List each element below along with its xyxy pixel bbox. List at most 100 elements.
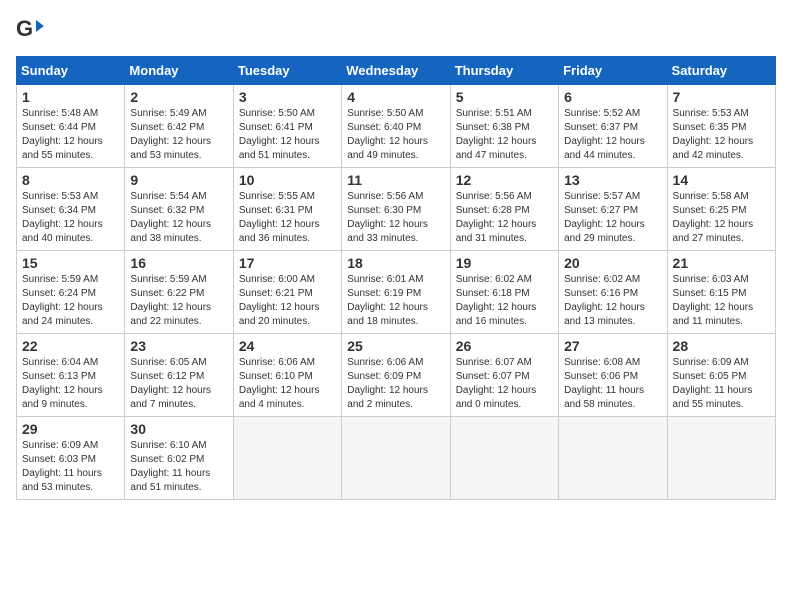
- day-number: 29: [22, 421, 119, 437]
- day-number: 14: [673, 172, 770, 188]
- cell-content: Sunrise: 6:02 AMSunset: 6:16 PMDaylight:…: [564, 274, 645, 327]
- day-number: 16: [130, 255, 227, 271]
- cell-content: Sunrise: 5:53 AMSunset: 6:34 PMDaylight:…: [22, 191, 103, 244]
- table-row: 8 Sunrise: 5:53 AMSunset: 6:34 PMDaylight…: [17, 168, 125, 251]
- table-row: 13Sunrise: 5:57 AMSunset: 6:27 PMDayligh…: [559, 168, 667, 251]
- table-row: 26 Sunrise: 6:07 AMSunset: 6:07 PMDayligh…: [450, 334, 558, 417]
- cell-content: Sunrise: 6:00 AMSunset: 6:21 PMDaylight:…: [239, 274, 320, 327]
- day-number: 27: [564, 338, 661, 354]
- table-row: 17 Sunrise: 6:00 AMSunset: 6:21 PMDayligh…: [233, 251, 341, 334]
- table-row: 4 Sunrise: 5:50 AMSunset: 6:40 PMDaylight…: [342, 85, 450, 168]
- table-row: 6 Sunrise: 5:52 AMSunset: 6:37 PMDaylight…: [559, 85, 667, 168]
- day-number: 26: [456, 338, 553, 354]
- page-header: G: [16, 16, 776, 44]
- cell-content: Sunrise: 6:07 AMSunset: 6:07 PMDaylight:…: [456, 357, 537, 410]
- header-row: Sunday Monday Tuesday Wednesday Thursday…: [17, 57, 776, 85]
- table-row: 29 Sunrise: 6:09 AMSunset: 6:03 PMDayligh…: [17, 417, 125, 500]
- table-row: 14 Sunrise: 5:58 AMSunset: 6:25 PMDayligh…: [667, 168, 775, 251]
- col-wednesday: Wednesday: [342, 57, 450, 85]
- cell-content: Sunrise: 6:09 AMSunset: 6:03 PMDaylight:…: [22, 440, 102, 493]
- cell-content: Sunrise: 5:58 AMSunset: 6:25 PMDaylight:…: [673, 191, 754, 244]
- table-row: 18 Sunrise: 6:01 AMSunset: 6:19 PMDayligh…: [342, 251, 450, 334]
- day-number: 10: [239, 172, 336, 188]
- cell-content: Sunrise: 5:48 AMSunset: 6:44 PMDaylight:…: [22, 108, 103, 161]
- table-row: 19 Sunrise: 6:02 AMSunset: 6:18 PMDayligh…: [450, 251, 558, 334]
- day-number: 11: [347, 172, 444, 188]
- table-row: 28 Sunrise: 6:09 AMSunset: 6:05 PMDayligh…: [667, 334, 775, 417]
- table-row: 9Sunrise: 5:54 AMSunset: 6:32 PMDaylight…: [125, 168, 233, 251]
- table-row: [342, 417, 450, 500]
- cell-content: Sunrise: 6:06 AMSunset: 6:10 PMDaylight:…: [239, 357, 320, 410]
- table-row: 21 Sunrise: 6:03 AMSunset: 6:15 PMDayligh…: [667, 251, 775, 334]
- cell-content: Sunrise: 5:53 AMSunset: 6:35 PMDaylight:…: [673, 108, 754, 161]
- cell-content: Sunrise: 6:02 AMSunset: 6:18 PMDaylight:…: [456, 274, 537, 327]
- calendar-row: 15 Sunrise: 5:59 AMSunset: 6:24 PMDayligh…: [17, 251, 776, 334]
- table-row: [450, 417, 558, 500]
- table-row: 1 Sunrise: 5:48 AMSunset: 6:44 PMDaylight…: [17, 85, 125, 168]
- calendar-row: 8 Sunrise: 5:53 AMSunset: 6:34 PMDaylight…: [17, 168, 776, 251]
- cell-content: Sunrise: 5:59 AMSunset: 6:24 PMDaylight:…: [22, 274, 103, 327]
- calendar-row: 29 Sunrise: 6:09 AMSunset: 6:03 PMDayligh…: [17, 417, 776, 500]
- day-number: 20: [564, 255, 661, 271]
- day-number: 28: [673, 338, 770, 354]
- calendar-row: 1 Sunrise: 5:48 AMSunset: 6:44 PMDaylight…: [17, 85, 776, 168]
- table-row: 23 Sunrise: 6:05 AMSunset: 6:12 PMDayligh…: [125, 334, 233, 417]
- day-number: 6: [564, 89, 661, 105]
- day-number: 19: [456, 255, 553, 271]
- col-sunday: Sunday: [17, 57, 125, 85]
- table-row: 12Sunrise: 5:56 AMSunset: 6:28 PMDayligh…: [450, 168, 558, 251]
- cell-content: Sunrise: 5:50 AMSunset: 6:41 PMDaylight:…: [239, 108, 320, 161]
- logo: G: [16, 16, 46, 44]
- col-thursday: Thursday: [450, 57, 558, 85]
- cell-content: Sunrise: 6:05 AMSunset: 6:12 PMDaylight:…: [130, 357, 211, 410]
- cell-content: Sunrise: 6:03 AMSunset: 6:15 PMDaylight:…: [673, 274, 754, 327]
- cell-content: Sunrise: 5:57 AMSunset: 6:27 PMDaylight:…: [564, 191, 645, 244]
- table-row: 11 Sunrise: 5:56 AMSunset: 6:30 PMDayligh…: [342, 168, 450, 251]
- day-number: 7: [673, 89, 770, 105]
- table-row: 2 Sunrise: 5:49 AMSunset: 6:42 PMDaylight…: [125, 85, 233, 168]
- table-row: 5Sunrise: 5:51 AMSunset: 6:38 PMDaylight…: [450, 85, 558, 168]
- day-number: 3: [239, 89, 336, 105]
- cell-content: Sunrise: 5:56 AMSunset: 6:30 PMDaylight:…: [347, 191, 428, 244]
- day-number: 8: [22, 172, 119, 188]
- cell-content: Sunrise: 5:50 AMSunset: 6:40 PMDaylight:…: [347, 108, 428, 161]
- cell-content: Sunrise: 5:52 AMSunset: 6:37 PMDaylight:…: [564, 108, 645, 161]
- day-number: 24: [239, 338, 336, 354]
- col-saturday: Saturday: [667, 57, 775, 85]
- table-row: 25Sunrise: 6:06 AMSunset: 6:09 PMDayligh…: [342, 334, 450, 417]
- day-number: 1: [22, 89, 119, 105]
- cell-content: Sunrise: 5:59 AMSunset: 6:22 PMDaylight:…: [130, 274, 211, 327]
- day-number: 2: [130, 89, 227, 105]
- table-row: 7 Sunrise: 5:53 AMSunset: 6:35 PMDaylight…: [667, 85, 775, 168]
- cell-content: Sunrise: 5:51 AMSunset: 6:38 PMDaylight:…: [456, 108, 537, 161]
- table-row: 30Sunrise: 6:10 AMSunset: 6:02 PMDayligh…: [125, 417, 233, 500]
- logo-icon: G: [16, 16, 44, 44]
- col-friday: Friday: [559, 57, 667, 85]
- cell-content: Sunrise: 6:09 AMSunset: 6:05 PMDaylight:…: [673, 357, 753, 410]
- calendar-row: 22Sunrise: 6:04 AMSunset: 6:13 PMDayligh…: [17, 334, 776, 417]
- cell-content: Sunrise: 5:55 AMSunset: 6:31 PMDaylight:…: [239, 191, 320, 244]
- cell-content: Sunrise: 6:04 AMSunset: 6:13 PMDaylight:…: [22, 357, 103, 410]
- day-number: 9: [130, 172, 227, 188]
- day-number: 4: [347, 89, 444, 105]
- calendar-table: Sunday Monday Tuesday Wednesday Thursday…: [16, 56, 776, 500]
- day-number: 21: [673, 255, 770, 271]
- day-number: 30: [130, 421, 227, 437]
- table-row: [559, 417, 667, 500]
- col-tuesday: Tuesday: [233, 57, 341, 85]
- table-row: 27Sunrise: 6:08 AMSunset: 6:06 PMDayligh…: [559, 334, 667, 417]
- table-row: 3 Sunrise: 5:50 AMSunset: 6:41 PMDaylight…: [233, 85, 341, 168]
- cell-content: Sunrise: 5:49 AMSunset: 6:42 PMDaylight:…: [130, 108, 211, 161]
- table-row: 15 Sunrise: 5:59 AMSunset: 6:24 PMDayligh…: [17, 251, 125, 334]
- day-number: 12: [456, 172, 553, 188]
- col-monday: Monday: [125, 57, 233, 85]
- table-row: 22Sunrise: 6:04 AMSunset: 6:13 PMDayligh…: [17, 334, 125, 417]
- table-row: [233, 417, 341, 500]
- cell-content: Sunrise: 6:01 AMSunset: 6:19 PMDaylight:…: [347, 274, 428, 327]
- day-number: 23: [130, 338, 227, 354]
- day-number: 18: [347, 255, 444, 271]
- svg-text:G: G: [16, 16, 33, 41]
- day-number: 25: [347, 338, 444, 354]
- day-number: 17: [239, 255, 336, 271]
- day-number: 15: [22, 255, 119, 271]
